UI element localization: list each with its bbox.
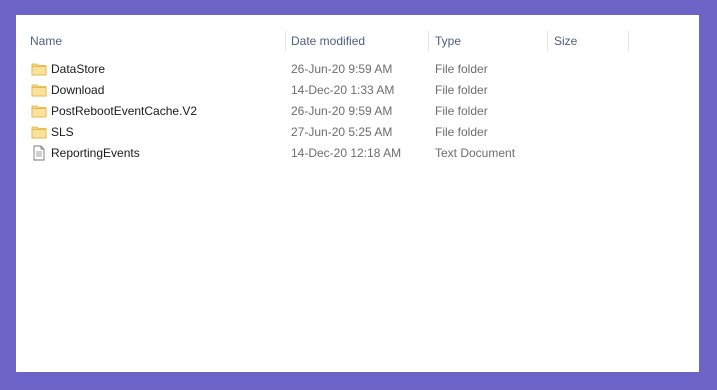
file-name: Download (51, 83, 105, 97)
column-header-bar: Name Date modified Type Size (16, 29, 699, 55)
file-date-modified: 26-Jun-20 9:59 AM (291, 104, 393, 118)
column-divider[interactable] (628, 31, 629, 51)
column-header-name[interactable]: Name (24, 29, 286, 55)
file-type: File folder (435, 83, 488, 97)
file-type: File folder (435, 125, 488, 139)
column-header-date-modified[interactable]: Date modified (285, 29, 428, 55)
file-date-modified: 26-Jun-20 9:59 AM (291, 62, 393, 76)
file-date-modified: 27-Jun-20 5:25 AM (291, 125, 393, 139)
file-date-modified: 14-Dec-20 12:18 AM (291, 146, 402, 160)
file-date-modified: 14-Dec-20 1:33 AM (291, 83, 395, 97)
file-row[interactable]: ReportingEvents 14-Dec-20 12:18 AM Text Do… (16, 143, 699, 164)
text-document-icon (31, 145, 47, 161)
file-name: ReportingEvents (51, 146, 140, 160)
column-header-type[interactable]: Type (429, 29, 547, 55)
file-row[interactable]: Download 14-Dec-20 1:33 AM File folder (16, 80, 699, 101)
file-type: File folder (435, 104, 488, 118)
file-type: Text Document (435, 146, 516, 160)
folder-icon (31, 103, 47, 119)
file-row[interactable]: SLS 27-Jun-20 5:25 AM File folder (16, 122, 699, 143)
file-list-pane: Name Date modified Type Size DataStore 26… (16, 15, 699, 372)
file-name: DataStore (51, 62, 106, 76)
folder-icon (31, 82, 47, 98)
file-name: SLS (51, 125, 74, 139)
file-row[interactable]: PostRebootEventCache.V2 26-Jun-20 9:59 AM… (16, 101, 699, 122)
column-header-size[interactable]: Size (548, 29, 628, 55)
folder-icon (31, 124, 47, 140)
folder-icon (31, 61, 47, 77)
file-row[interactable]: DataStore 26-Jun-20 9:59 AM File folder (16, 59, 699, 80)
file-name: PostRebootEventCache.V2 (51, 104, 198, 118)
file-type: File folder (435, 62, 488, 76)
